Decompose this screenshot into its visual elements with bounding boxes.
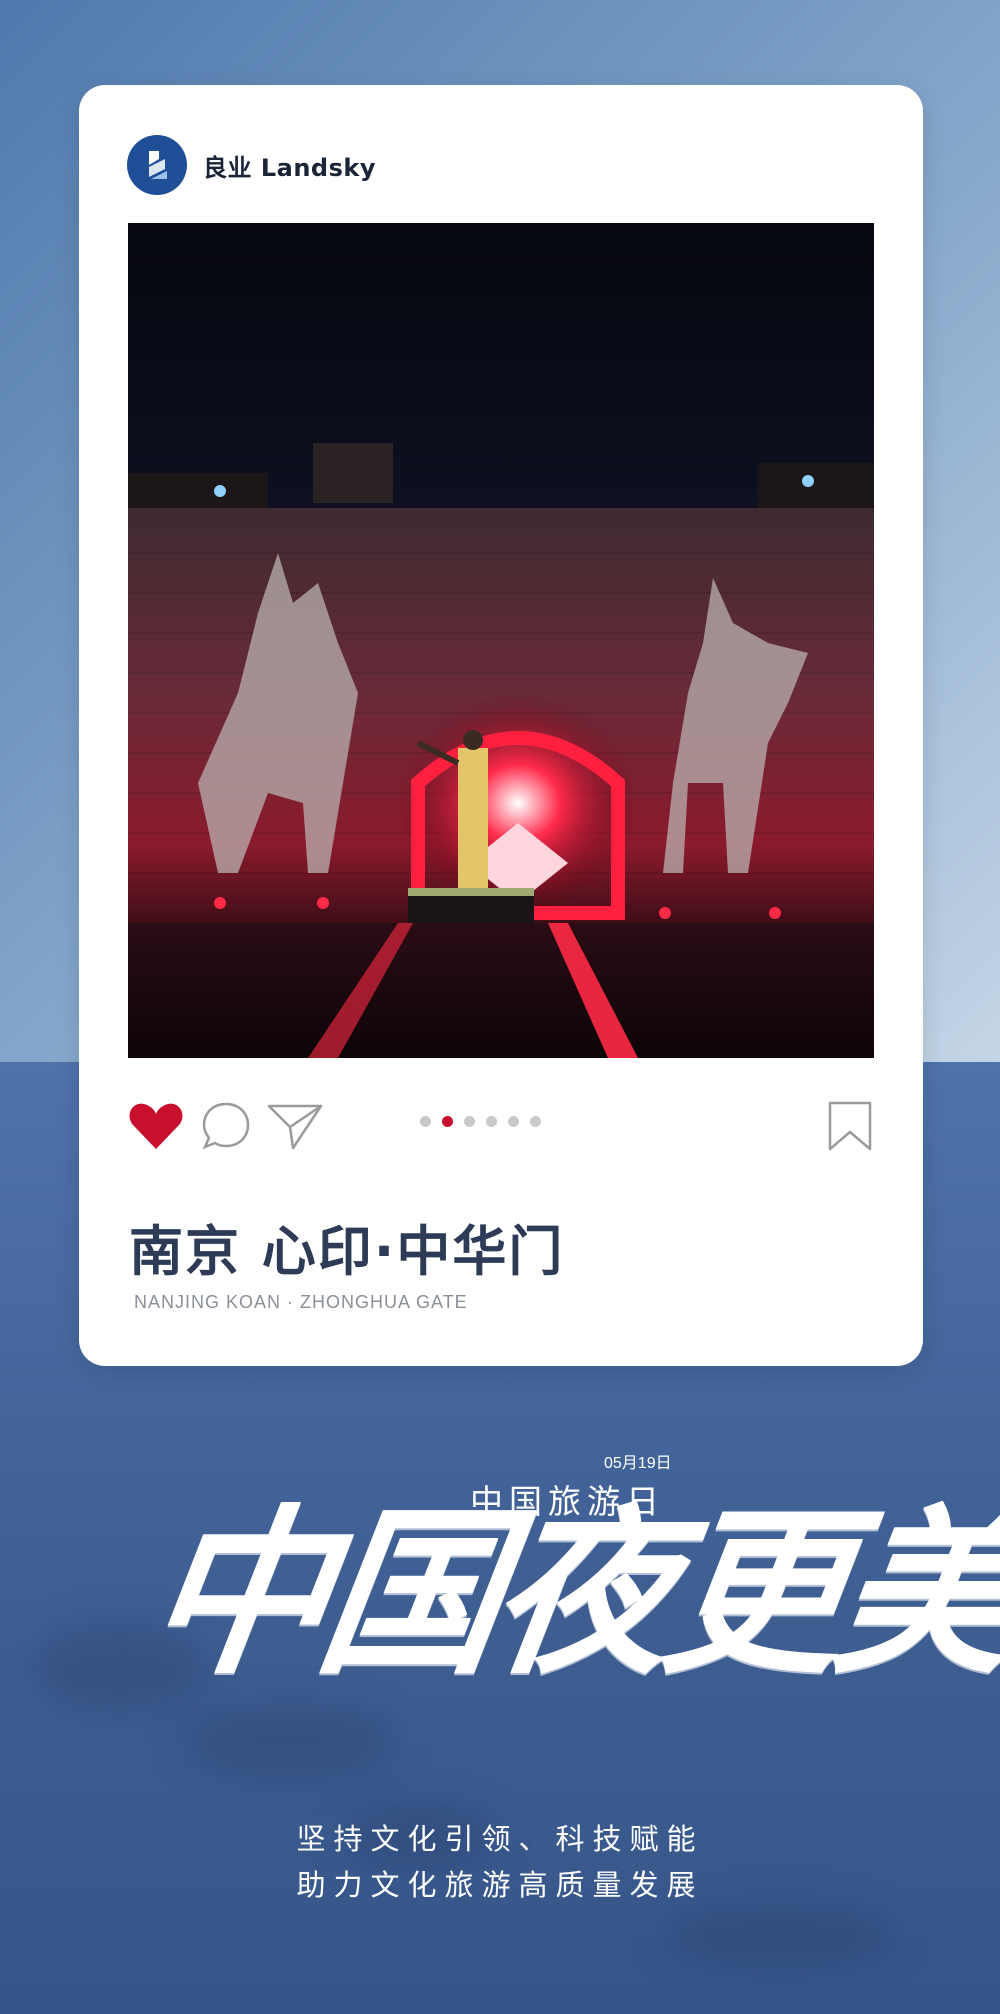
post-title: 南京 心印·中华门 (129, 1220, 565, 1283)
carousel-indicator[interactable] (420, 1116, 541, 1127)
bookmark-icon[interactable] (826, 1098, 874, 1154)
post-photo[interactable] (128, 223, 874, 1058)
post-subtitle: NANJING KOAN · ZHONGHUA GATE (134, 1292, 468, 1312)
send-icon[interactable] (266, 1098, 324, 1154)
leaf-shadow (180, 1702, 400, 1782)
slogan-line-1: 坚持文化引领、科技赋能 (296, 1822, 704, 1856)
event-date: 05月19日 (604, 1455, 672, 1472)
carousel-dot-active[interactable] (442, 1116, 453, 1127)
carousel-dot[interactable] (420, 1116, 431, 1127)
heart-icon[interactable] (128, 1098, 184, 1154)
slogan-line-2: 助力文化旅游高质量发展 (296, 1868, 704, 1902)
headline-calligraphy: 中国夜更美 (135, 1488, 1000, 1699)
carousel-dot[interactable] (486, 1116, 497, 1127)
landsky-logo-icon (127, 135, 187, 195)
night-gate-photo (128, 223, 874, 1058)
brand-name: 良业 Landsky (203, 153, 376, 182)
post-actions (128, 1098, 874, 1158)
leaf-shadow (660, 1902, 900, 1972)
carousel-dot[interactable] (464, 1116, 475, 1127)
comment-icon[interactable] (200, 1098, 252, 1154)
brand-header[interactable]: 良业 Landsky (127, 135, 376, 195)
carousel-dot[interactable] (508, 1116, 519, 1127)
post-card: 良业 Landsky 南京 心印·中华门 NANJING KOAN · ZHON… (79, 85, 923, 1366)
carousel-dot[interactable] (530, 1116, 541, 1127)
